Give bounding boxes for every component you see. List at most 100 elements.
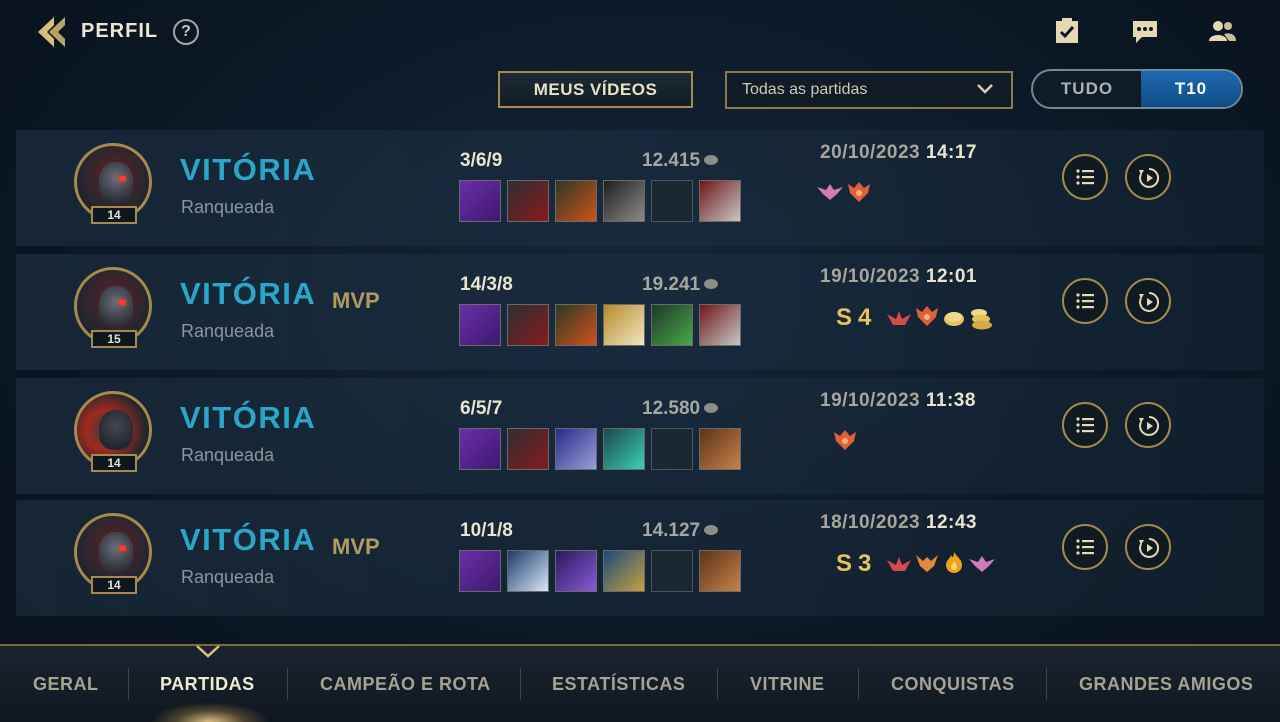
- kda: 10/1/8: [460, 520, 513, 541]
- coin-icon: [944, 312, 964, 326]
- item-slot-boots: [699, 428, 741, 470]
- champion-avatar: 15: [74, 267, 152, 348]
- chevron-down-icon: [977, 84, 993, 94]
- match-row[interactable]: 15 VITÓRIA MVP Ranqueada 14/3/8 19.241 1…: [16, 254, 1264, 370]
- gold-icon: [704, 155, 719, 165]
- champion-level: 14: [91, 576, 137, 594]
- match-row[interactable]: 14 VITÓRIA MVP Ranqueada 10/1/8 14.127 1…: [16, 500, 1264, 616]
- winged-emblem-icon: [817, 184, 843, 200]
- mvp-label: MVP: [332, 534, 380, 559]
- active-tab-indicator-icon: [196, 645, 220, 658]
- match-date: 20/10/2023 14:17: [820, 142, 977, 163]
- replay-play-icon: [1139, 415, 1160, 436]
- toggle-t10[interactable]: T10: [1141, 71, 1241, 107]
- match-replay-button[interactable]: [1125, 524, 1171, 570]
- mvp-label: MVP: [332, 288, 380, 313]
- item-slot-4: [603, 550, 645, 592]
- queue-type: Ranqueada: [181, 321, 275, 341]
- item-slot-4: [603, 180, 645, 222]
- tab-divider: [717, 668, 718, 700]
- tab-divider: [128, 668, 129, 700]
- tab-vitrine[interactable]: VITRINE: [750, 674, 825, 695]
- item-slot-1: [459, 550, 501, 592]
- replay-play-icon: [1139, 167, 1160, 188]
- item-slot-2: [507, 428, 549, 470]
- match-filter-dropdown[interactable]: Todas as partidas: [725, 71, 1013, 109]
- replay-play-icon: [1139, 537, 1160, 558]
- match-row[interactable]: 14 VITÓRIA Ranqueada 6/5/7 12.580 19/10/…: [16, 378, 1264, 494]
- tab-conquistas[interactable]: CONQUISTAS: [891, 674, 1015, 695]
- champion-avatar: 14: [74, 391, 152, 472]
- match-row[interactable]: 14 VITÓRIA Ranqueada 3/6/9 12.415 20/10/…: [16, 130, 1264, 246]
- winged-emblem-icon: [969, 556, 995, 572]
- item-slot-boots: [699, 550, 741, 592]
- item-slot-3: [555, 550, 597, 592]
- item-slot-empty: [651, 428, 693, 470]
- gold-earned: 14.127: [642, 520, 719, 542]
- match-details-button[interactable]: [1062, 524, 1108, 570]
- match-replay-button[interactable]: [1125, 278, 1171, 324]
- match-date: 19/10/2023 11:38: [820, 390, 976, 411]
- queue-type: Ranqueada: [181, 567, 275, 587]
- dragon-flame-icon: [848, 182, 870, 202]
- tab-campeao-e-rota[interactable]: CAMPEÃO E ROTA: [320, 674, 491, 695]
- replay-play-icon: [1139, 291, 1160, 312]
- my-videos-button[interactable]: MEUS VÍDEOS: [498, 71, 693, 108]
- kda: 3/6/9: [460, 150, 503, 171]
- item-slot-1: [459, 180, 501, 222]
- chat-icon[interactable]: [1130, 16, 1160, 46]
- match-result: VITÓRIA: [180, 522, 317, 557]
- item-slot-3: [555, 180, 597, 222]
- kda: 14/3/8: [460, 274, 513, 295]
- page-title: PERFIL: [81, 20, 159, 42]
- gold-icon: [704, 525, 719, 535]
- active-tab-glow: [150, 702, 270, 722]
- item-slot-2: [507, 180, 549, 222]
- friends-icon[interactable]: [1207, 16, 1237, 46]
- champion-avatar: 14: [74, 143, 152, 224]
- missions-check-icon[interactable]: [1052, 16, 1082, 46]
- queue-type: Ranqueada: [181, 445, 275, 465]
- match-details-button[interactable]: [1062, 154, 1108, 200]
- match-details-button[interactable]: [1062, 278, 1108, 324]
- champion-level: 14: [91, 206, 137, 224]
- tab-estatisticas[interactable]: ESTATÍSTICAS: [552, 674, 685, 695]
- flame-icon: [946, 552, 962, 573]
- item-slot-3: [555, 304, 597, 346]
- gold-earned: 19.241: [642, 274, 719, 296]
- list-icon: [1076, 539, 1094, 555]
- item-slot-empty: [651, 180, 693, 222]
- bottom-tab-bar: GERAL PARTIDAS CAMPEÃO E ROTA ESTATÍSTIC…: [0, 644, 1280, 722]
- lotus-icon: [887, 311, 911, 325]
- match-result: VITÓRIA: [180, 276, 317, 311]
- badge-rank-letter: S: [836, 304, 853, 331]
- match-replay-button[interactable]: [1125, 402, 1171, 448]
- item-slot-4: [603, 304, 645, 346]
- badge-rank-number: 4: [858, 304, 872, 331]
- badge-rank-letter: S: [836, 550, 853, 577]
- tab-geral[interactable]: GERAL: [33, 674, 99, 695]
- gold-earned: 12.580: [642, 398, 719, 420]
- item-slot-empty: [651, 550, 693, 592]
- back-arrow-icon[interactable]: [34, 14, 70, 50]
- champion-level: 15: [91, 330, 137, 348]
- all-t10-toggle: TUDO T10: [1031, 69, 1243, 109]
- coin-stack-icon: [971, 309, 992, 330]
- horned-crest-icon: [916, 555, 938, 572]
- toggle-all[interactable]: TUDO: [1033, 71, 1141, 107]
- tab-divider: [287, 668, 288, 700]
- help-icon[interactable]: ?: [173, 19, 199, 45]
- tab-partidas[interactable]: PARTIDAS: [160, 674, 255, 695]
- top-bar: PERFIL ?: [0, 0, 1280, 64]
- match-date: 19/10/2023 12:01: [820, 266, 977, 287]
- filter-value: Todas as partidas: [742, 81, 868, 98]
- tab-grandes-amigos[interactable]: GRANDES AMIGOS: [1079, 674, 1253, 695]
- gold-earned: 12.415: [642, 150, 719, 172]
- list-icon: [1076, 417, 1094, 433]
- match-replay-button[interactable]: [1125, 154, 1171, 200]
- kda: 6/5/7: [460, 398, 503, 419]
- item-slot-boots: [699, 304, 741, 346]
- item-slot-3: [555, 428, 597, 470]
- match-details-button[interactable]: [1062, 402, 1108, 448]
- item-slot-2: [507, 304, 549, 346]
